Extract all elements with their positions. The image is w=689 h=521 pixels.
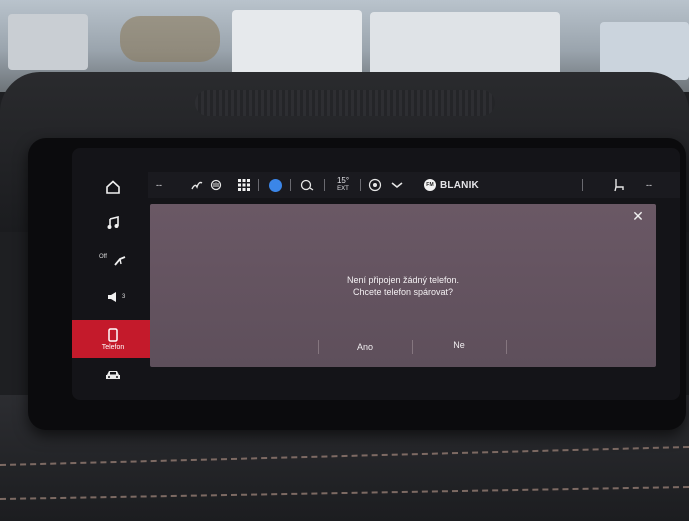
heated-steering-button[interactable] [188,172,206,198]
heated-steering-icon [191,181,203,190]
grid-icon [238,179,250,191]
rail-vehicle-button[interactable] [72,358,154,392]
volume-level: 3 [122,294,126,300]
rail-home-button[interactable] [72,170,154,204]
rail-volume-button[interactable]: 3 [72,280,154,314]
speaker-icon [108,292,116,302]
heated-seat-button[interactable] [208,172,224,198]
chevron-down-icon [391,182,403,188]
status-separator [290,179,291,191]
infotainment-screen: Off 3 Telefon -- 15° EXT FM BLANIK -- ✕ … [72,148,680,400]
background-vehicle [232,10,362,78]
passenger-seat-button[interactable] [610,172,628,198]
dialog-message-line1: Není připojen žádný telefon. [346,275,460,285]
dialog-message-line2: Chcete telefon spárovat? [352,287,454,297]
outside-temperature: 15° EXT [330,172,356,198]
heated-seat-icon [210,179,222,191]
app-grid-button[interactable] [236,172,252,198]
radio-station-name: BLANIK [440,179,479,191]
pairing-dialog: ✕ Není připojen žádný telefon. Chcete te… [150,204,656,367]
radio-now-playing[interactable]: FM BLANIK [424,172,504,198]
background-tree [120,16,220,62]
user-profile-icon [268,178,282,192]
air-vent [195,90,495,116]
background-vehicle [8,14,88,70]
close-icon[interactable]: ✕ [630,208,646,224]
rail-media-button[interactable] [72,206,154,240]
background-vehicle [370,12,560,78]
gps-icon [368,178,382,192]
car-icon [106,371,120,379]
status-separator [582,179,583,191]
rail-phone-label: Telefon [101,343,125,351]
temperature-value: 15° [336,176,350,185]
left-rail: Off 3 Telefon [72,148,154,400]
no-button[interactable]: Ne [412,334,506,356]
rail-phone-button[interactable]: Telefon [72,320,154,358]
right-temp-placeholder[interactable]: -- [640,172,658,198]
rail-fan-button[interactable]: Off [72,243,154,277]
music-note-icon [107,216,119,229]
phone-icon [108,327,118,342]
fan-icon [114,256,126,266]
gps-button[interactable] [366,172,384,198]
dialog-actions: Ano Ne [150,336,656,358]
expand-menu-button[interactable] [388,172,406,198]
seat-icon [614,179,624,192]
home-icon [106,180,120,194]
status-bar: -- 15° EXT FM BLANIK -- [148,172,680,198]
temperature-unit: EXT [337,186,349,192]
action-separator [506,340,507,354]
status-separator [360,179,361,191]
left-temp-placeholder[interactable]: -- [150,172,168,198]
status-separator [324,179,325,191]
assistant-button[interactable] [298,172,316,198]
fm-badge: FM [424,179,436,191]
user-profile-button[interactable] [266,172,284,198]
status-separator [258,179,259,191]
assistant-icon [300,179,314,191]
yes-button[interactable]: Ano [318,336,412,358]
fan-status-label: Off [99,254,107,260]
dialog-message: Není připojen žádný telefon. Chcete tele… [150,274,656,298]
